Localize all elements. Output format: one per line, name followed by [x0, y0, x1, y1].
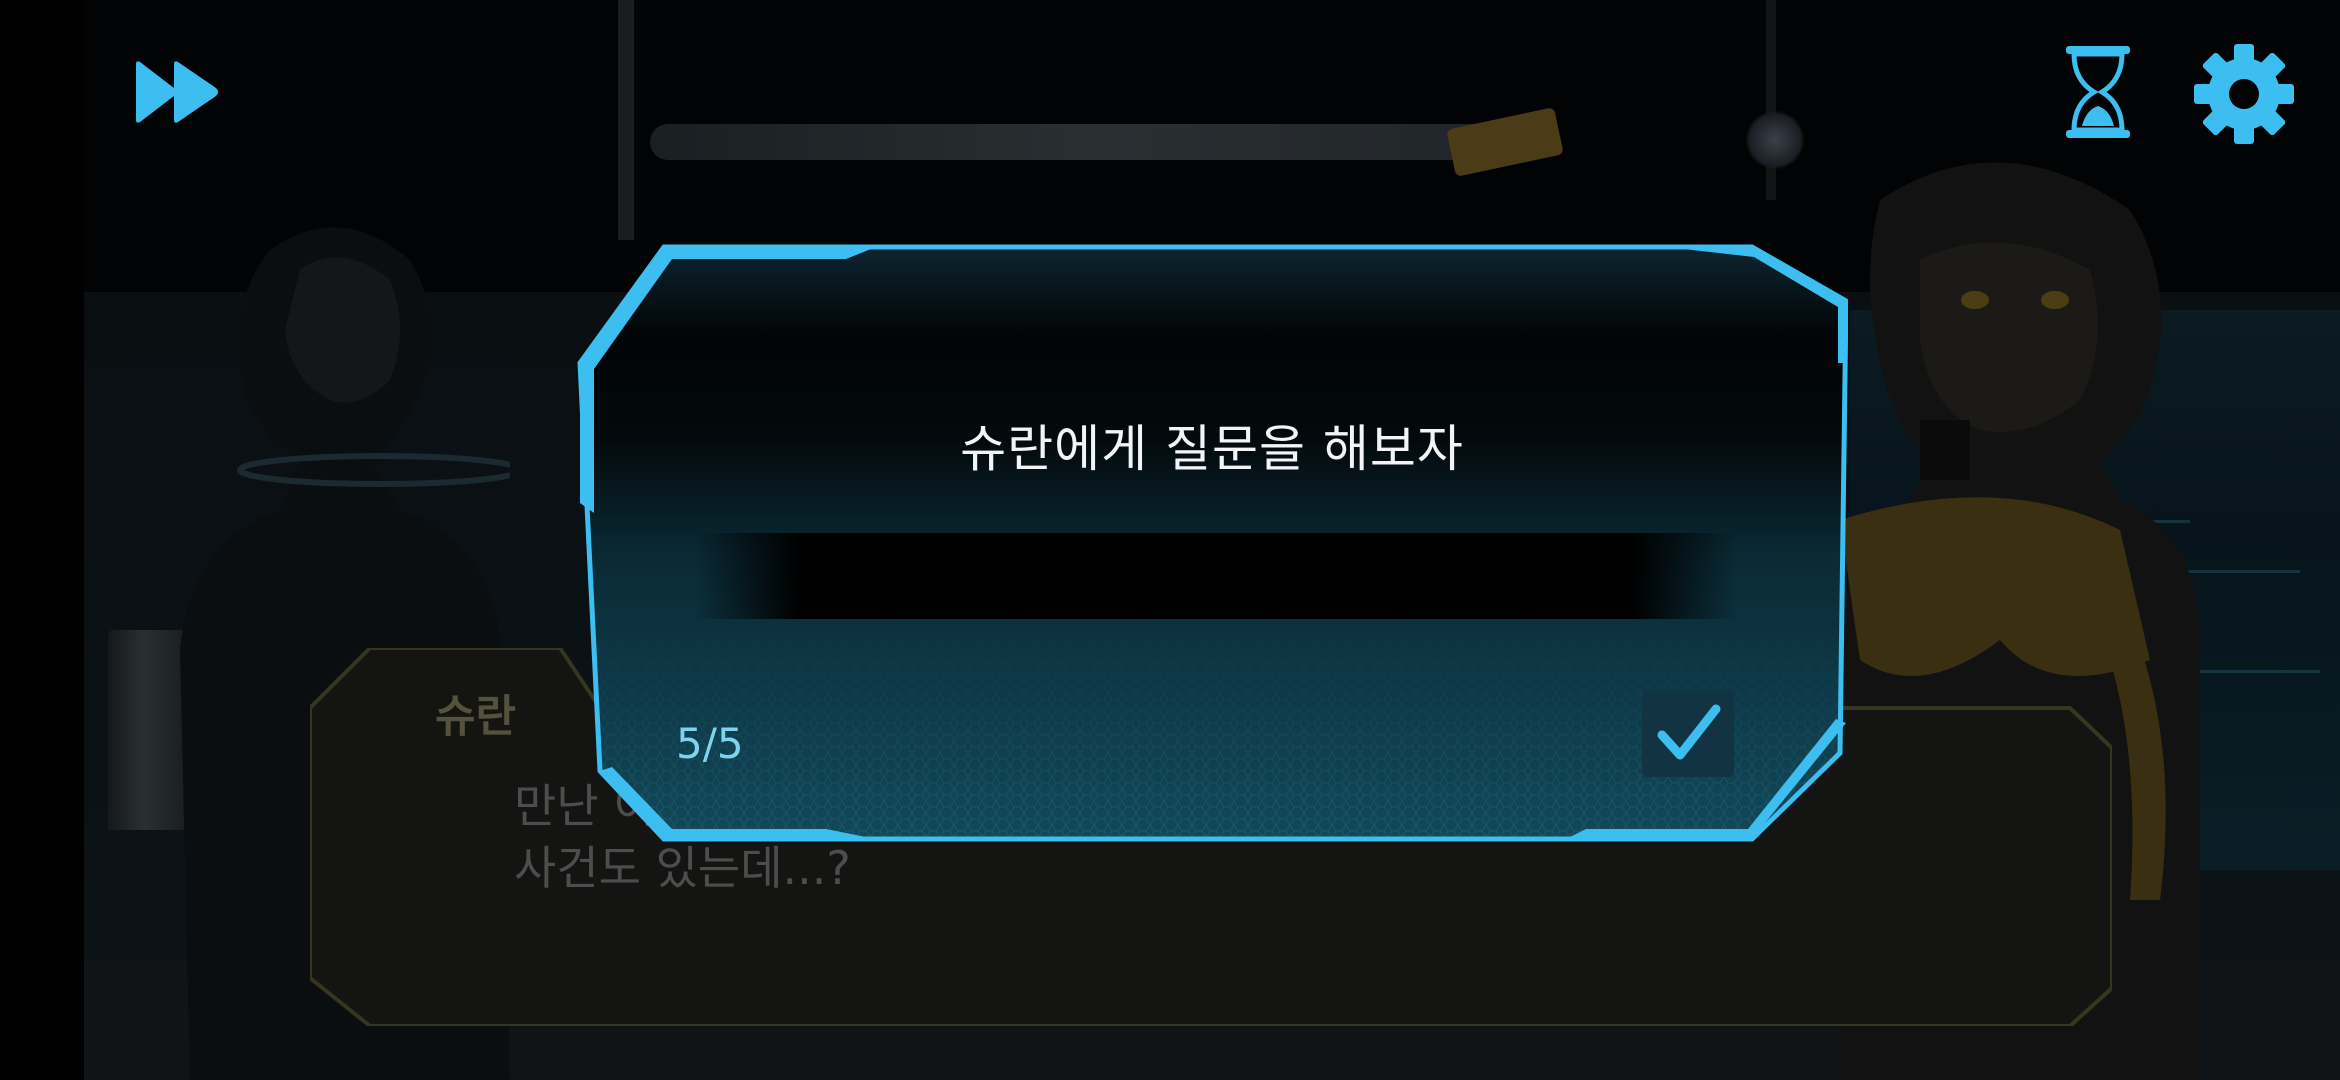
background-left-edge	[0, 0, 84, 1080]
question-popup: 슈란에게 질문을 해보자 5/5	[576, 243, 1848, 843]
background-prop	[1446, 107, 1564, 177]
hourglass-icon	[2066, 46, 2130, 138]
fast-forward-button[interactable]	[134, 60, 220, 124]
game-screen: 슈란 만난 이야기도 있지만 이런 일 이해 못할 일들 사건도 있는데...?	[0, 0, 2340, 1080]
settings-button[interactable]	[2192, 42, 2296, 146]
popup-title: 슈란에게 질문을 해보자	[960, 420, 1464, 478]
gear-icon	[2194, 44, 2294, 144]
confirm-button[interactable]	[1642, 691, 1734, 777]
question-counter: 5/5	[676, 719, 744, 768]
question-input[interactable]	[696, 533, 1736, 619]
speaker-name: 슈란	[435, 691, 516, 742]
fast-forward-icon	[136, 61, 218, 123]
background-column	[618, 0, 634, 240]
auto-play-button[interactable]	[2062, 44, 2134, 140]
background-lamp	[1745, 110, 1805, 170]
background-column	[1766, 0, 1776, 200]
checkmark-icon	[1657, 704, 1721, 760]
background-bar	[650, 124, 1550, 160]
